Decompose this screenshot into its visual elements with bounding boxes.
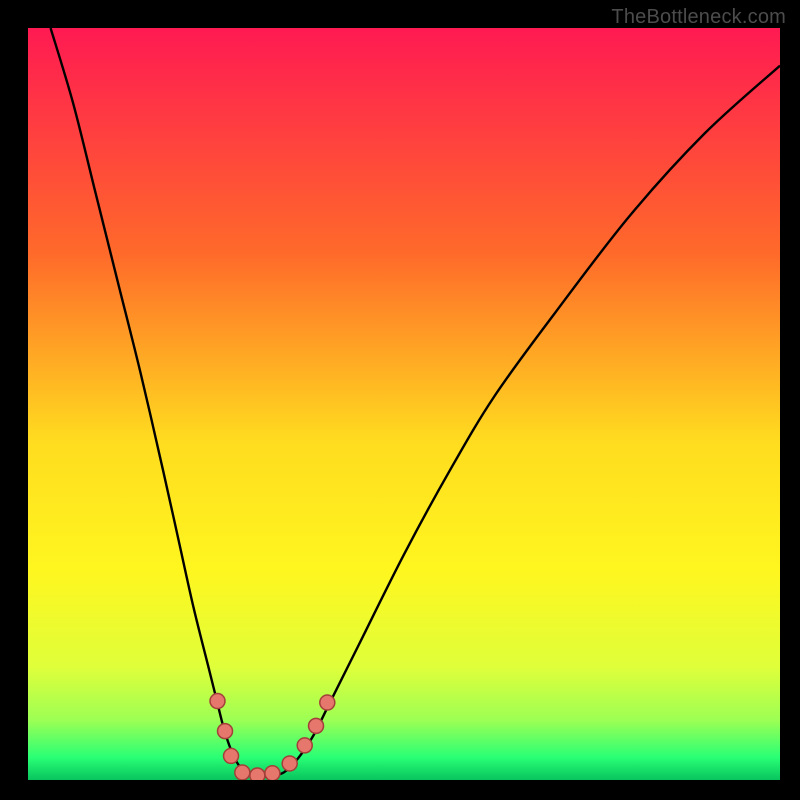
gradient-bg (28, 28, 780, 780)
marker-dot (265, 766, 280, 780)
watermark-text: TheBottleneck.com (611, 6, 786, 29)
chart-svg (28, 28, 780, 780)
chart-frame (28, 28, 780, 780)
marker-dot (224, 748, 239, 763)
marker-dot (297, 738, 312, 753)
marker-dot (309, 718, 324, 733)
marker-dot (250, 768, 265, 780)
marker-dot (282, 756, 297, 771)
marker-dot (210, 694, 225, 709)
marker-dot (320, 695, 335, 710)
marker-dot (218, 724, 233, 739)
marker-dot (235, 765, 250, 780)
